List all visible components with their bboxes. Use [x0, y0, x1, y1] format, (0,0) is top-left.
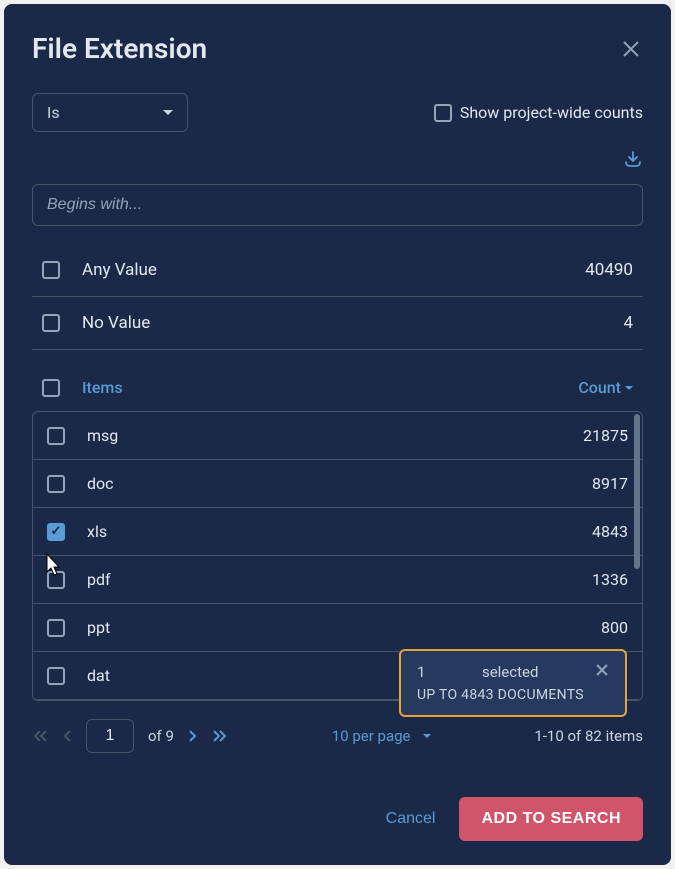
toast-documents-line: UP TO 4843 DOCUMENTS	[417, 687, 609, 703]
item-label: msg	[87, 426, 561, 445]
no-value-label: No Value	[82, 313, 601, 333]
next-page-icon[interactable]	[188, 729, 198, 743]
download-row	[32, 150, 643, 172]
add-to-search-button[interactable]: ADD TO SEARCH	[459, 797, 643, 841]
operator-dropdown[interactable]: Is	[32, 93, 188, 132]
item-checkbox[interactable]	[47, 523, 65, 541]
selection-toast: 1 selected UP TO 4843 DOCUMENTS	[399, 649, 627, 717]
file-extension-dialog: File Extension Is Show project-wide coun…	[4, 4, 671, 865]
list-item[interactable]: pdf 1336	[33, 556, 642, 604]
prev-page-icon[interactable]	[62, 729, 72, 743]
item-label: ppt	[87, 618, 579, 637]
first-page-icon[interactable]	[32, 729, 48, 743]
toast-close-icon[interactable]	[595, 663, 609, 681]
show-counts-checkbox[interactable]	[434, 104, 452, 122]
items-range: 1-10 of 82 items	[534, 727, 643, 745]
item-checkbox[interactable]	[47, 619, 65, 637]
chevron-down-icon	[423, 734, 431, 738]
item-label: doc	[87, 474, 570, 493]
any-value-label: Any Value	[82, 260, 563, 280]
download-icon[interactable]	[623, 150, 643, 172]
search-input[interactable]	[32, 184, 643, 226]
chevron-down-icon	[163, 110, 173, 115]
item-checkbox[interactable]	[47, 667, 65, 685]
close-icon[interactable]	[619, 37, 643, 61]
per-page-dropdown[interactable]: 10 per page	[332, 727, 431, 745]
any-value-count: 40490	[585, 260, 633, 280]
list-item[interactable]: doc 8917	[33, 460, 642, 508]
count-sort-header[interactable]: Count	[578, 378, 633, 397]
dialog-header: File Extension	[32, 32, 643, 65]
list-item[interactable]: msg 21875	[33, 412, 642, 460]
cancel-button[interactable]: Cancel	[386, 810, 436, 828]
scrollbar-thumb[interactable]	[634, 414, 640, 569]
no-value-checkbox[interactable]	[42, 314, 60, 332]
item-count: 1336	[592, 570, 628, 589]
toast-count: 1	[417, 663, 425, 681]
no-value-row[interactable]: No Value 4	[32, 297, 643, 350]
item-count: 800	[601, 618, 628, 637]
item-count: 4843	[592, 522, 628, 541]
items-header-label: Items	[82, 378, 556, 397]
item-count: 8917	[592, 474, 628, 493]
show-counts-toggle[interactable]: Show project-wide counts	[434, 103, 643, 122]
no-value-count: 4	[623, 313, 633, 333]
controls-row: Is Show project-wide counts	[32, 93, 643, 132]
last-page-icon[interactable]	[212, 729, 228, 743]
sort-desc-icon	[625, 386, 633, 390]
toast-selected-label: selected	[482, 663, 538, 681]
select-all-checkbox[interactable]	[42, 379, 60, 397]
item-label: xls	[87, 522, 570, 541]
operator-value: Is	[47, 103, 60, 122]
page-of-label: of 9	[148, 727, 174, 745]
item-checkbox[interactable]	[47, 427, 65, 445]
item-checkbox[interactable]	[47, 571, 65, 589]
item-count: 21875	[583, 426, 628, 445]
list-item[interactable]: xls 4843	[33, 508, 642, 556]
page-input[interactable]	[86, 719, 134, 753]
pagination: of 9 10 per page 1-10 of 82 items	[32, 719, 643, 753]
any-value-checkbox[interactable]	[42, 261, 60, 279]
item-label: pdf	[87, 570, 570, 589]
item-checkbox[interactable]	[47, 475, 65, 493]
items-header: Items Count	[32, 368, 643, 411]
dialog-title: File Extension	[32, 32, 207, 65]
show-counts-label: Show project-wide counts	[460, 103, 643, 122]
page-nav: of 9	[32, 719, 228, 753]
any-value-row[interactable]: Any Value 40490	[32, 244, 643, 297]
dialog-footer: Cancel ADD TO SEARCH	[32, 767, 643, 841]
list-item[interactable]: ppt 800	[33, 604, 642, 652]
